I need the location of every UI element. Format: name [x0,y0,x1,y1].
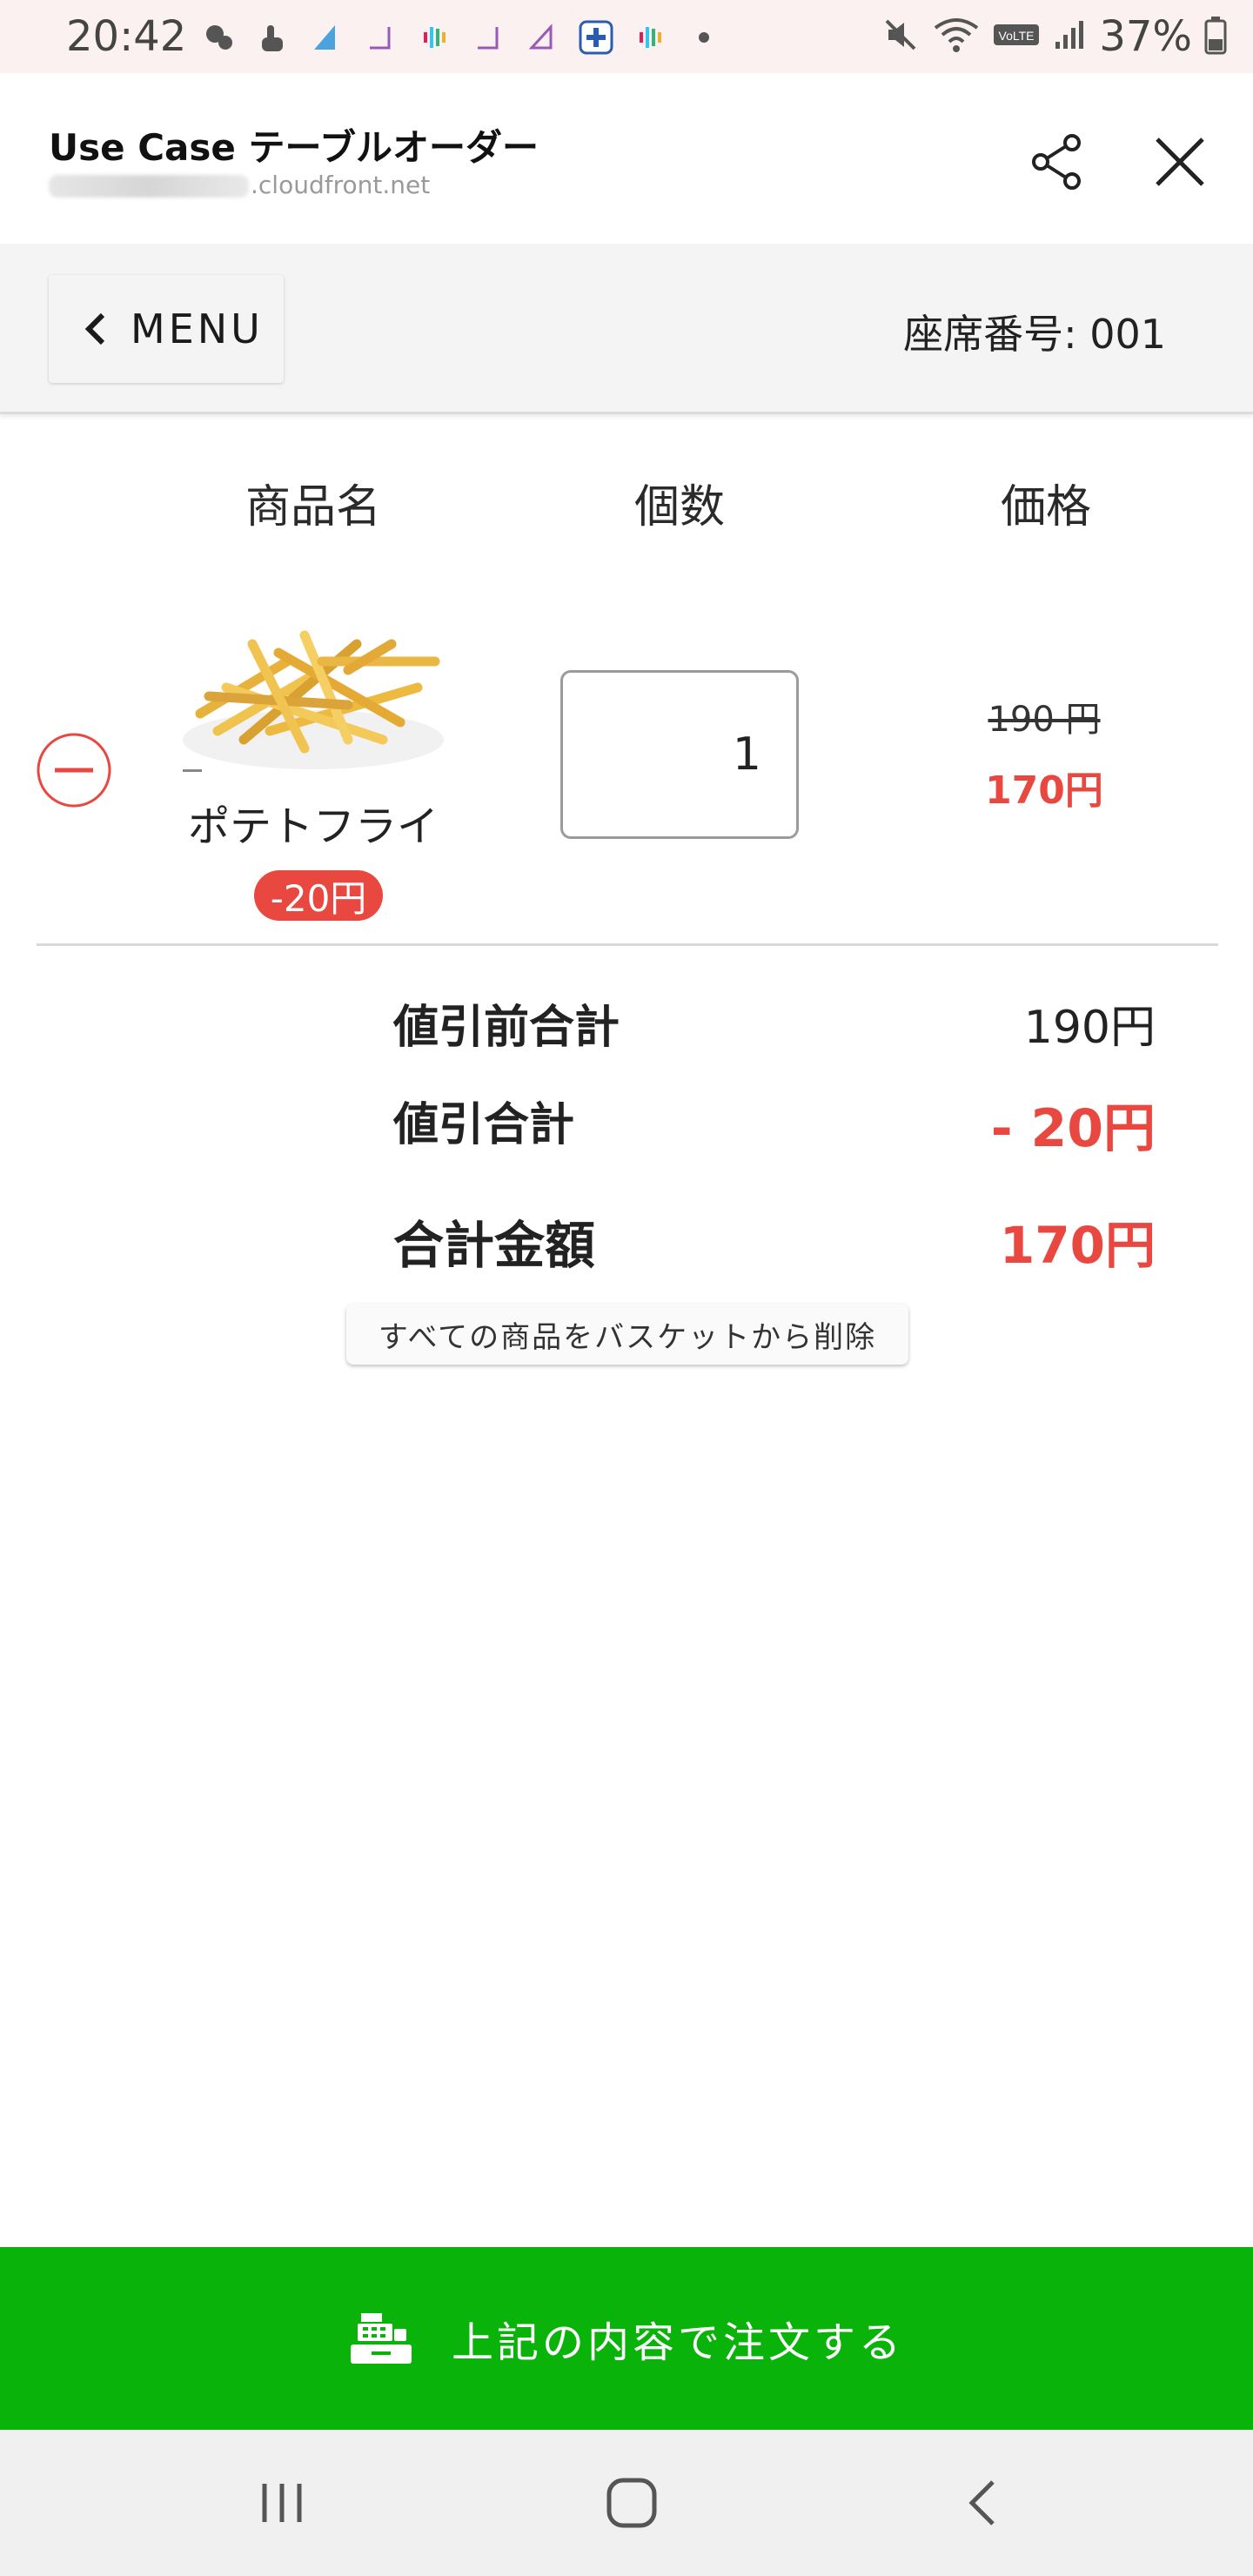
back-icon [968,2480,995,2526]
status-time: 20:42 [66,12,187,61]
close-icon [1156,138,1204,186]
corner-icon [468,17,508,57]
discount-total-value: - 20円 [990,1098,1156,1159]
blurred-subdomain [49,175,249,198]
minus-circle-icon [37,733,111,808]
share-button[interactable] [1023,127,1093,197]
seat-number: 座席番号: 001 [903,311,1166,358]
original-price: 190 円 [988,700,1101,740]
column-header-name: 商品名 [245,481,381,533]
app-header: Use Case テーブルオーダー .cloudfront.net [0,73,1253,244]
place-order-button[interactable]: 上記の内容で注文する [0,2247,1253,2430]
plus-icon [576,17,616,57]
remove-item-button[interactable] [35,731,113,809]
slack-icon [414,17,454,57]
home-button[interactable] [597,2468,667,2538]
home-icon [606,2478,657,2528]
corner-icon [360,17,400,57]
dot-icon [684,17,724,57]
svg-text:VoLTE: VoLTE [999,29,1035,43]
place-order-label: 上記の内容で注文する [451,2318,904,2367]
corner-icon [522,17,562,57]
page-title: Use Case テーブルオーダー [49,126,539,169]
wifi-icon [932,16,981,57]
notification-icons [198,16,724,59]
menu-bar: MENU 座席番号: 001 [0,244,1253,414]
mute-icon [881,16,920,57]
discount-total-label: 値引合計 [393,1099,575,1151]
status-right: VoLTE 37% [881,12,1227,61]
battery-icon [1204,15,1227,58]
subtotal-label: 値引前合計 [393,1002,620,1054]
triangle-icon [306,17,346,57]
menu-back-button[interactable]: MENU [49,275,284,383]
url-suffix: .cloudfront.net [251,171,431,199]
share-icon [1032,134,1081,190]
menu-label: MENU [131,305,264,352]
divider [37,943,1218,946]
discounted-price: 170円 [985,768,1103,813]
touch-icon [252,17,292,57]
signal-icon [1052,17,1087,56]
product-image-fries [174,609,452,783]
recent-apps-icon [262,2484,302,2522]
close-button[interactable] [1145,127,1215,197]
product-name: ポテトフライ [187,802,439,851]
quantity-input[interactable]: 1 [560,670,799,839]
recent-apps-button[interactable] [247,2468,317,2538]
subtotal-value: 190円 [1023,1002,1156,1054]
cash-register-icon [350,2313,412,2364]
grand-total-label: 合計金額 [393,1216,596,1275]
discount-badge: -20円 [254,870,383,921]
chevron-left-icon [84,312,105,345]
back-button[interactable] [948,2468,1018,2538]
column-header-price: 価格 [1000,481,1091,533]
battery-percentage: 37% [1099,12,1192,61]
mascot-icon [198,17,238,57]
status-bar: 20:42 VoLTE 37% [0,0,1253,73]
grand-total-value: 170円 [999,1216,1156,1275]
slack-icon [630,17,670,57]
navigation-bar [0,2430,1253,2576]
column-header-quantity: 個数 [633,481,725,533]
page-url: .cloudfront.net [49,171,430,199]
clear-basket-button[interactable]: すべての商品をバスケットから削除 [346,1304,908,1365]
volte-icon: VoLTE [993,22,1040,51]
